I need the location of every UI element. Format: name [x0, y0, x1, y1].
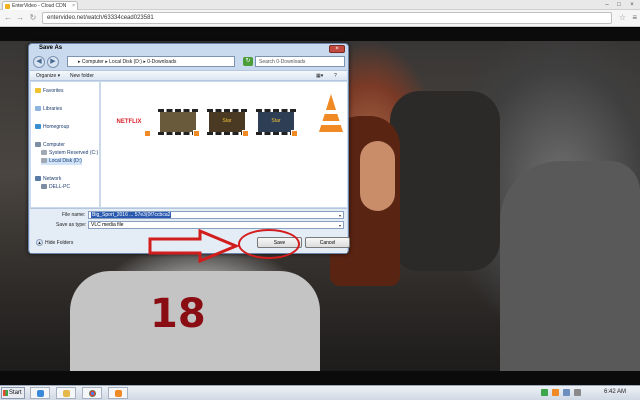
file-name-label: File name:: [62, 212, 86, 218]
thumbnail-star: Star: [258, 112, 294, 132]
save-type-select[interactable]: VLC media file ▾: [88, 221, 344, 229]
dialog-title: Save As: [39, 45, 63, 51]
help-icon[interactable]: ?: [334, 72, 337, 81]
windows-logo-icon: [3, 390, 8, 396]
back-arrow-icon[interactable]: ←: [3, 13, 13, 23]
vlc-cone-stripe: [320, 121, 342, 125]
browser-tab[interactable]: EnterVideo - Cloud CDN ×: [2, 1, 78, 10]
browser-toolbar: ← → ↻ entervideo.net/watch/63334cead0235…: [0, 10, 640, 27]
tray-network-icon[interactable]: [563, 389, 570, 396]
dialog-navigation-pane: Favorites Libraries Homegroup Computer S…: [31, 82, 100, 207]
taskbar-explorer[interactable]: [56, 387, 76, 399]
view-options-icon[interactable]: ▦▾: [316, 72, 323, 81]
minimize-button[interactable]: –: [602, 1, 612, 9]
maximize-button[interactable]: □: [614, 1, 624, 9]
annotation-circle: [238, 229, 300, 259]
start-label: Start: [9, 390, 22, 396]
bookmark-star-icon[interactable]: ☆: [619, 13, 626, 22]
dialog-search-placeholder: Search 0-Downloads: [259, 59, 306, 65]
tray-play-icon[interactable]: [541, 389, 548, 396]
chevron-down-icon[interactable]: ▾: [337, 212, 343, 218]
annotation-arrow: [148, 229, 240, 263]
reload-icon[interactable]: ↻: [28, 13, 38, 23]
address-bar[interactable]: entervideo.net/watch/63334cead023581: [42, 12, 612, 24]
chevron-up-icon: ▴: [36, 239, 43, 246]
computer-icon: [35, 142, 41, 148]
video-person-face: [360, 141, 395, 211]
file-name-field[interactable]: Big_Sport_2016 ... 57e3(0f7ccbca2 ▾: [88, 211, 344, 219]
start-button[interactable]: Start: [1, 387, 25, 399]
nav-libraries[interactable]: Libraries: [35, 106, 62, 113]
forward-arrow-icon[interactable]: →: [15, 13, 25, 23]
vlc-badge-icon: [193, 130, 200, 137]
vlc-badge-icon: [144, 130, 151, 137]
vlc-cone-stripe: [323, 110, 339, 114]
nav-network[interactable]: Network: [35, 176, 61, 183]
taskbar-media[interactable]: [108, 387, 128, 399]
star-icon: [35, 88, 41, 94]
favicon-icon: [5, 4, 10, 9]
dialog-search-field[interactable]: Search 0-Downloads: [255, 56, 345, 67]
nav-computer[interactable]: Computer: [35, 142, 65, 149]
save-as-dialog: Save As × ◀ ▶ ▸ Computer ▸ Local Disk (D…: [28, 43, 350, 254]
save-type-value: VLC media file: [91, 222, 124, 228]
save-type-label: Save as type:: [56, 222, 87, 228]
url-text: entervideo.net/watch/63334cead023581: [47, 15, 154, 21]
organize-button[interactable]: Organize ▾: [36, 72, 60, 81]
taskbar: Start 6:42 AM: [0, 385, 640, 400]
dialog-forward-icon[interactable]: ▶: [47, 56, 59, 68]
vlc-badge-icon: [242, 130, 249, 137]
thumbnail-image: [160, 112, 196, 132]
homegroup-icon: [35, 124, 41, 130]
dialog-path-text: ▸ Computer ▸ Local Disk (D:) ▸ 0-Downloa…: [78, 59, 177, 65]
nav-homegroup[interactable]: Homegroup: [35, 124, 69, 131]
computer-icon: [41, 184, 47, 190]
nav-local-disk[interactable]: Local Disk (D:): [41, 158, 82, 165]
jersey-number: 18: [150, 291, 206, 337]
ie-icon: [37, 390, 44, 397]
thumbnail-netflix: NETFLIX: [111, 112, 147, 132]
dialog-path-bar[interactable]: ▸ Computer ▸ Local Disk (D:) ▸ 0-Downloa…: [67, 56, 235, 67]
video-person-hoodie: [500, 161, 640, 371]
browser-titlebar: EnterVideo - Cloud CDN × – □ ×: [0, 0, 640, 10]
library-icon: [35, 106, 41, 112]
tab-close-icon[interactable]: ×: [72, 2, 75, 10]
folder-icon: [63, 390, 70, 397]
new-folder-button[interactable]: New folder: [70, 72, 94, 81]
file-thumbnail[interactable]: [158, 109, 200, 137]
taskbar-chrome[interactable]: [82, 387, 102, 399]
chevron-down-icon[interactable]: ▾: [337, 222, 343, 228]
nav-dell-pc[interactable]: DELL-PC: [41, 184, 70, 191]
nav-favorites[interactable]: Favorites: [35, 88, 64, 95]
file-thumbnail[interactable]: NETFLIX: [109, 109, 151, 137]
hide-folders-button[interactable]: ▴ Hide Folders: [36, 239, 73, 246]
tab-title: EnterVideo - Cloud CDN: [12, 3, 67, 9]
vlc-badge-icon: [291, 130, 298, 137]
dialog-back-icon[interactable]: ◀: [33, 56, 45, 68]
menu-icon[interactable]: ≡: [632, 13, 637, 22]
dialog-file-list: NETFLIX Star Star: [101, 82, 347, 207]
file-name-value: Big_Sport_2016 ... 57e3(0f7ccbca2: [91, 212, 172, 218]
refresh-icon[interactable]: ↻: [243, 57, 253, 66]
cancel-button[interactable]: Cancel: [305, 237, 350, 248]
tray-volume-icon[interactable]: [574, 389, 581, 396]
drive-icon: [41, 158, 47, 164]
file-thumbnail[interactable]: Star: [207, 109, 249, 137]
media-icon: [115, 390, 122, 397]
drive-icon: [41, 150, 47, 156]
dialog-close-button[interactable]: ×: [329, 45, 345, 53]
taskbar-clock: 6:42 AM: [603, 389, 626, 395]
thumbnail-star: Star: [209, 112, 245, 132]
network-icon: [35, 176, 41, 182]
taskbar-ie[interactable]: [30, 387, 50, 399]
car-seat: [390, 91, 500, 271]
file-thumbnail[interactable]: Star: [256, 109, 298, 137]
tray-vlc-icon[interactable]: [552, 389, 559, 396]
chrome-icon: [89, 390, 96, 397]
hide-folders-label: Hide Folders: [45, 239, 74, 246]
nav-system-reserved[interactable]: System Reserved (C:): [41, 150, 98, 157]
dialog-command-bar: Organize ▾ New folder ▦▾ ?: [30, 70, 347, 81]
window-close-button[interactable]: ×: [627, 1, 637, 9]
